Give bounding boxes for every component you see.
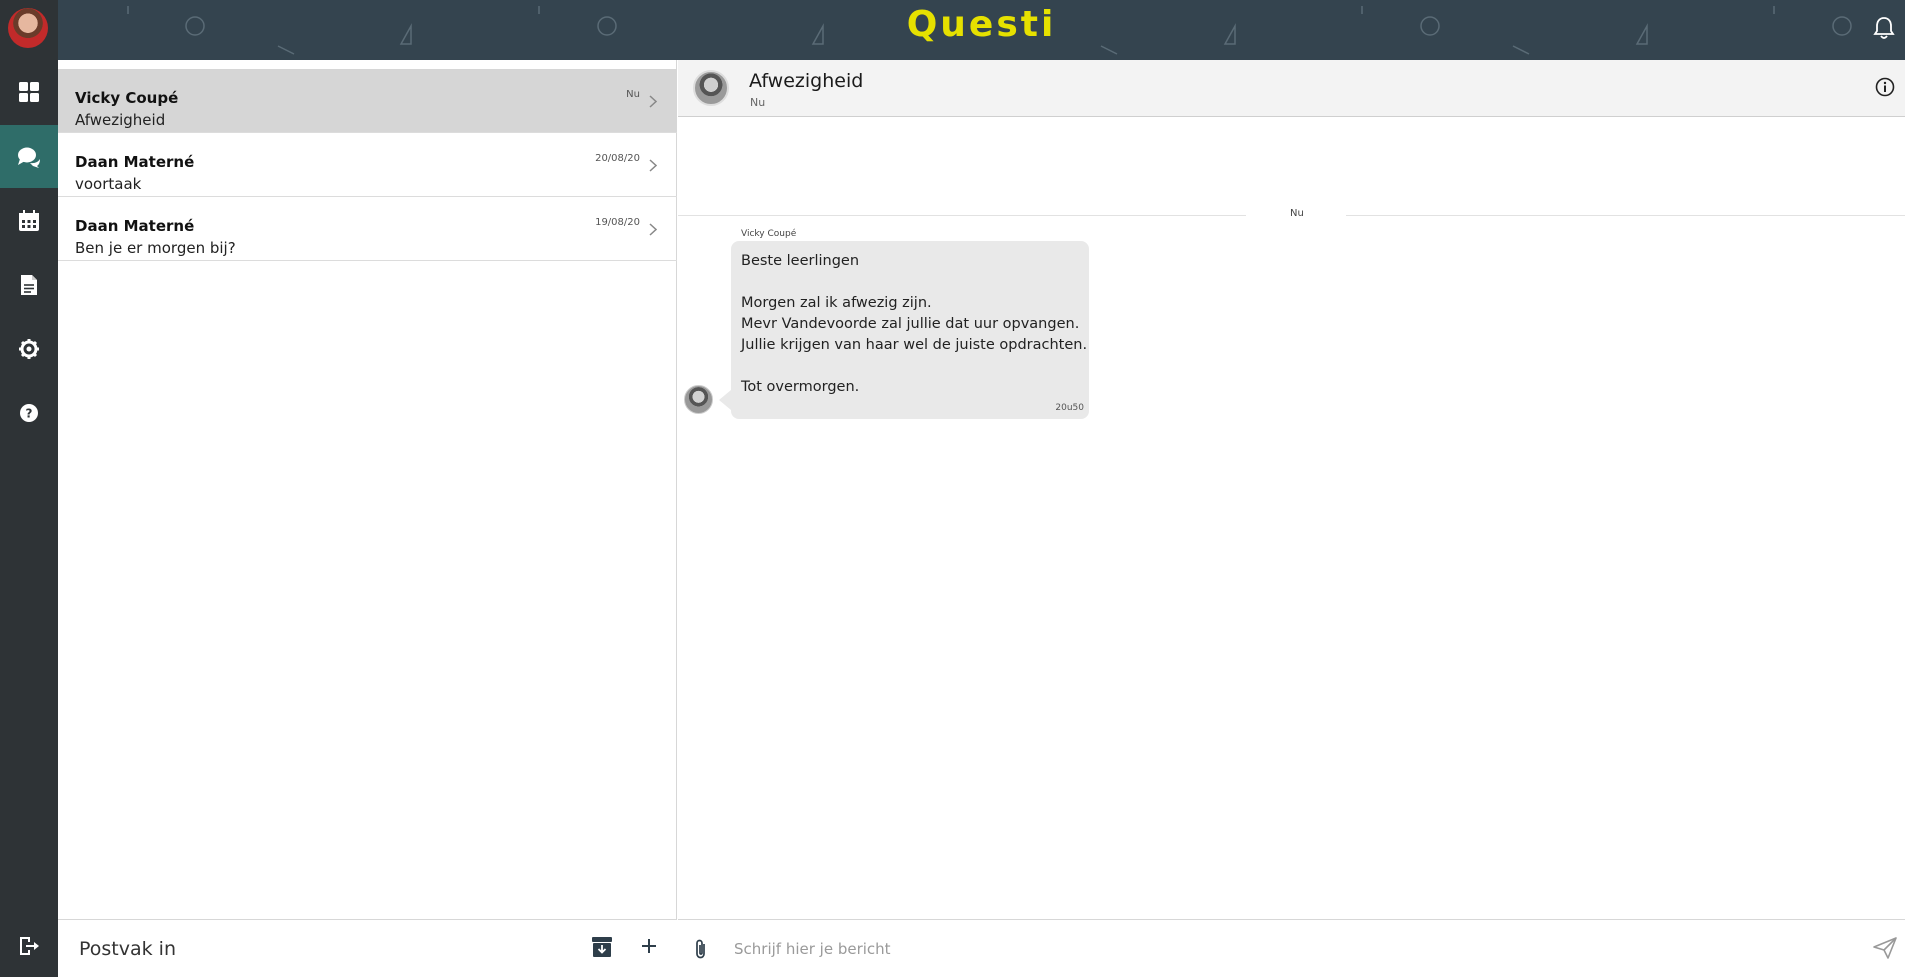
- conversation-item[interactable]: Daan Materné Ben je er morgen bij? 19/08…: [58, 197, 677, 261]
- message-line: Beste leerlingen: [741, 253, 860, 269]
- send-icon[interactable]: [1873, 937, 1897, 959]
- bell-icon[interactable]: [1873, 16, 1895, 40]
- conversation-sender: Vicky Coupé: [75, 89, 179, 107]
- conversation-subject: Afwezigheid: [75, 111, 166, 129]
- chat-subject: Afwezigheid: [749, 70, 864, 92]
- date-divider-line: [678, 215, 1246, 216]
- conversation-sender: Daan Materné: [75, 217, 195, 235]
- chat-header: Afwezigheid Nu: [678, 60, 1905, 117]
- calendar-nav[interactable]: [0, 189, 58, 252]
- top-banner: Questi: [58, 0, 1905, 60]
- chat-time: Nu: [750, 96, 766, 109]
- document-icon: [21, 274, 37, 295]
- inbox-title: Postvak in: [79, 938, 177, 960]
- sender-avatar: [693, 70, 729, 106]
- chevron-right-icon: [649, 159, 657, 172]
- conversation-list: Vicky Coupé Afwezigheid Nu Daan Materné …: [58, 60, 677, 977]
- settings-nav[interactable]: [0, 317, 58, 380]
- info-icon[interactable]: [1875, 77, 1895, 97]
- message-composer: [678, 919, 1905, 977]
- logout-nav[interactable]: [0, 914, 58, 977]
- new-message-plus-icon[interactable]: [639, 936, 659, 956]
- conversation-date: 20/08/20: [595, 153, 640, 164]
- message-time: 20u50: [1055, 403, 1084, 413]
- dashboard-nav[interactable]: [0, 60, 58, 123]
- gear-icon: [19, 338, 39, 359]
- help-icon: ?: [20, 403, 38, 422]
- documents-nav[interactable]: [0, 253, 58, 316]
- dashboard-icon: [19, 81, 39, 102]
- conversation-subject: voortaak: [75, 175, 142, 193]
- message-line: Morgen zal ik afwezig zijn.: [741, 295, 932, 311]
- messages-nav[interactable]: [0, 125, 58, 188]
- questi-logo: Questi: [906, 4, 1057, 45]
- help-nav[interactable]: ?: [0, 381, 58, 444]
- user-avatar[interactable]: [8, 8, 48, 48]
- message-sender: Vicky Coupé: [741, 229, 797, 239]
- logout-icon: [20, 936, 39, 955]
- list-footer: Postvak in: [58, 919, 677, 977]
- chat-panel: Afwezigheid Nu Nu Vicky Coupé Beste leer…: [678, 60, 1905, 977]
- archive-icon[interactable]: [591, 936, 613, 958]
- date-divider-label: Nu: [1290, 208, 1304, 219]
- conversation-item[interactable]: Vicky Coupé Afwezigheid Nu: [58, 69, 677, 133]
- message-input[interactable]: [734, 935, 1834, 963]
- date-divider-line: [1346, 215, 1905, 216]
- chat-bubbles-icon: [18, 147, 40, 168]
- message-bubble: Beste leerlingen Morgen zal ik afwezig z…: [731, 241, 1089, 419]
- nav-rail: ?: [0, 0, 58, 977]
- calendar-icon: [19, 209, 39, 231]
- message-line: Jullie krijgen van haar wel de juiste op…: [741, 337, 1088, 353]
- conversation-date: Nu: [626, 89, 640, 100]
- conversation-sender: Daan Materné: [75, 153, 195, 171]
- bubble-tail: [719, 390, 731, 410]
- message-avatar: [684, 385, 713, 414]
- conversation-date: 19/08/20: [595, 217, 640, 228]
- conversation-subject: Ben je er morgen bij?: [75, 239, 236, 257]
- chevron-right-icon: [649, 95, 657, 108]
- paperclip-icon[interactable]: [694, 938, 708, 960]
- svg-text:?: ?: [26, 406, 33, 420]
- message-line: Tot overmorgen.: [741, 379, 860, 395]
- chevron-right-icon: [649, 223, 657, 236]
- message-line: Mevr Vandevoorde zal jullie dat uur opva…: [741, 316, 1080, 332]
- conversation-item[interactable]: Daan Materné voortaak 20/08/20: [58, 133, 677, 197]
